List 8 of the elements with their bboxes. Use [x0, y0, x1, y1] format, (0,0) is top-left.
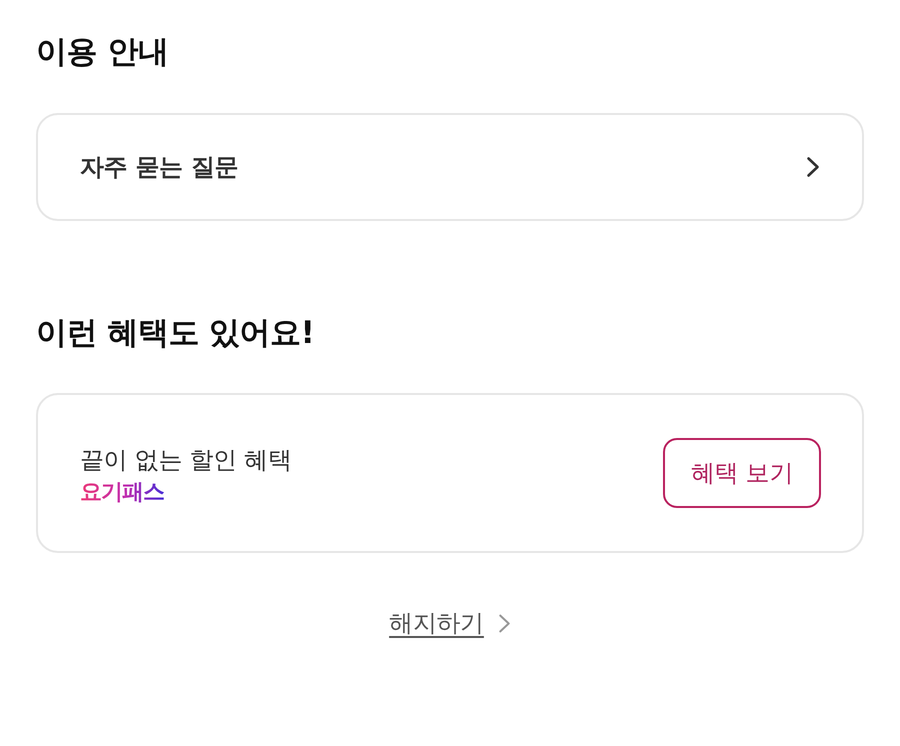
chevron-right-icon	[806, 156, 820, 178]
view-benefit-button[interactable]: 혜택 보기	[663, 438, 821, 508]
section-title: 이용 안내	[36, 33, 170, 72]
benefit-description: 끝이 없는 할인 혜택	[80, 445, 292, 476]
cancel-subscription-link[interactable]: 해지하기	[389, 607, 484, 639]
section-title: 이런 혜택도 있어요!	[36, 314, 316, 353]
faq-link[interactable]: 자주 묻는 질문	[36, 113, 864, 221]
chevron-right-icon[interactable]	[498, 612, 511, 634]
